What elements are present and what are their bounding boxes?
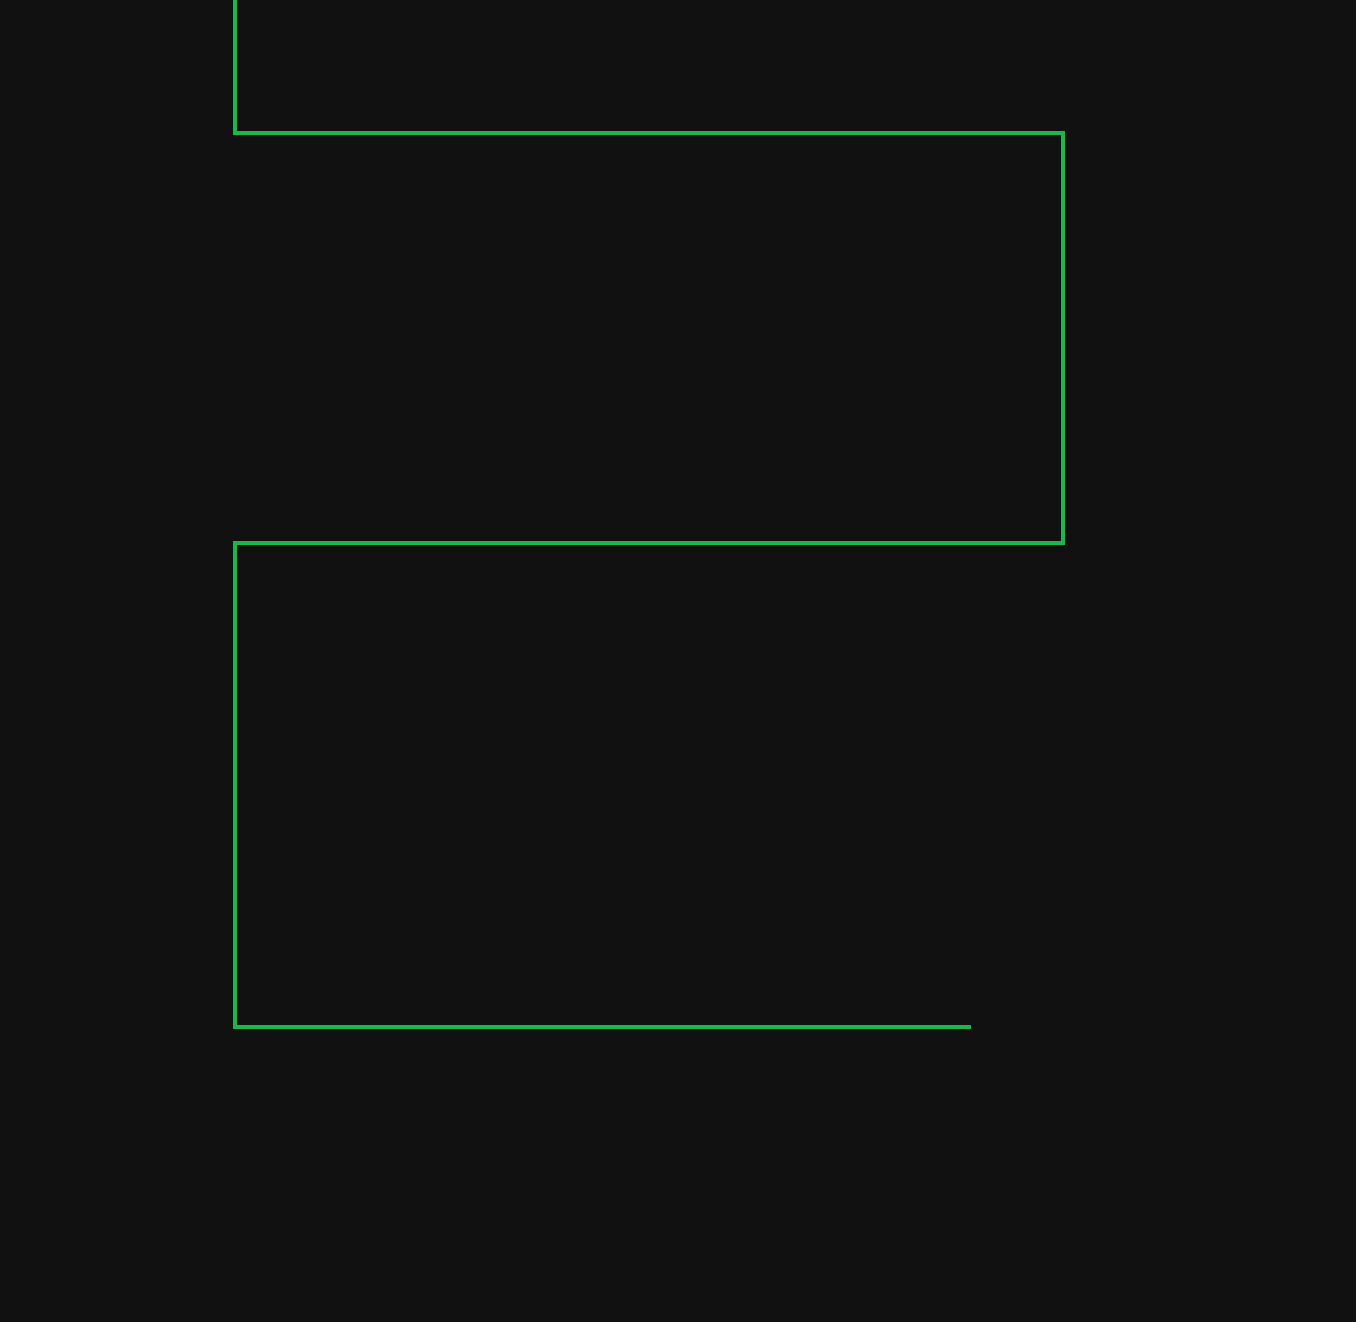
canvas (0, 0, 1356, 1322)
serpentine-line-drawing (233, 0, 1065, 1029)
serpentine-line (233, 0, 1065, 1029)
